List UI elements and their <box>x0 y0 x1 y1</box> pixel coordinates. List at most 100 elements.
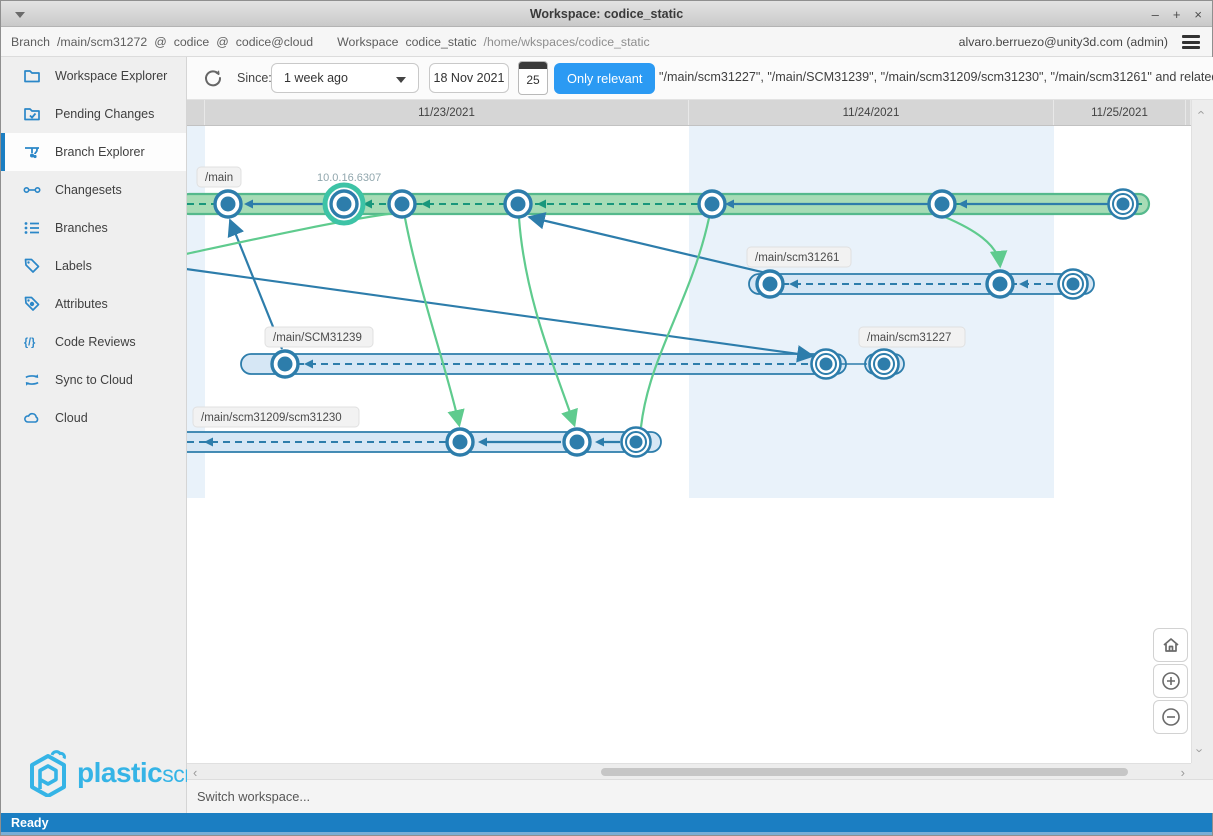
changeset-node-core <box>395 197 410 212</box>
calendar-picker-icon[interactable]: 25 <box>518 61 548 95</box>
changeset-node-core <box>570 435 585 450</box>
since-dropdown[interactable]: 1 week ago <box>271 63 419 93</box>
horizontal-scrollbar[interactable]: ‹ › <box>187 763 1191 779</box>
minimize-button[interactable]: – <box>1152 8 1159 21</box>
at-separator: @ <box>154 35 166 49</box>
scroll-up-icon[interactable]: › <box>1194 110 1207 114</box>
window-menu-icon[interactable] <box>15 12 25 18</box>
switch-workspace-bar[interactable]: Switch workspace... <box>187 779 1213 813</box>
sync-icon <box>23 371 41 389</box>
version-label: 10.0.16.6307 <box>317 172 381 184</box>
date-column-header: 11/24/2021 <box>689 100 1054 125</box>
sidebar-item-label: Sync to Cloud <box>55 373 133 387</box>
cloud-icon <box>23 409 41 427</box>
branch-label[interactable]: /main/scm31227 <box>867 332 951 344</box>
changeset-node-core <box>705 197 720 212</box>
folder-icon <box>23 67 41 85</box>
changeset-node-core <box>221 197 236 212</box>
logo-plastic-text: plastic <box>77 757 162 788</box>
sidebar-item-labels[interactable]: Labels <box>1 247 186 285</box>
timeline-column-tint <box>689 126 1054 498</box>
relevant-branches-text: "/main/scm31227", "/main/SCM31239", "/ma… <box>659 70 1213 84</box>
workspace-info: Workspace codice_static /home/wkspaces/c… <box>337 35 649 49</box>
branch-label: Branch <box>11 35 50 49</box>
scroll-left-icon[interactable]: ‹ <box>193 766 197 779</box>
date-column-header: 11/23/2021 <box>205 100 689 125</box>
main-menu-icon[interactable] <box>1182 35 1200 49</box>
close-button[interactable]: × <box>1194 8 1202 21</box>
sidebar: Workspace Explorer Pending Changes Branch … <box>1 57 187 813</box>
changeset-node-core <box>278 357 293 372</box>
since-label: Since: <box>237 71 272 85</box>
diagram-zoom-controls <box>1153 628 1189 736</box>
sidebar-item-pending-changes[interactable]: Pending Changes <box>1 95 186 133</box>
code-review-icon: {/} <box>23 333 41 351</box>
branch-explorer-toolbar: Since: 1 week ago 18 Nov 2021 25 Only re… <box>187 57 1213 100</box>
branch-label[interactable]: /main/scm31209/scm31230 <box>201 412 342 424</box>
changeset-node-core <box>337 197 352 212</box>
tag-dot-icon <box>23 295 41 313</box>
status-text: Ready <box>11 816 49 830</box>
workspace-label: Workspace <box>337 35 398 49</box>
at-separator: @ <box>216 35 228 49</box>
sidebar-item-code-reviews[interactable]: {/} Code Reviews <box>1 323 186 361</box>
branch-value: /main/scm31272 <box>57 35 147 49</box>
branch-label[interactable]: /main <box>205 172 233 184</box>
changeset-node-core <box>1067 278 1080 291</box>
branch-creation-link <box>405 218 459 424</box>
maximize-button[interactable]: + <box>1173 8 1181 21</box>
status-bar: Ready <box>1 813 1212 835</box>
svg-text:{/}: {/} <box>24 337 36 349</box>
changeset-node-core <box>1117 198 1130 211</box>
sidebar-item-branches[interactable]: Branches <box>1 209 186 247</box>
plasticscm-logo: plasticscm <box>25 749 203 797</box>
window-title: Workspace: codice_static <box>530 7 683 21</box>
chevron-down-icon <box>396 77 406 83</box>
sidebar-item-workspace-explorer[interactable]: Workspace Explorer <box>1 57 186 95</box>
sidebar-item-label: Branch Explorer <box>55 145 145 159</box>
calendar-day: 25 <box>519 73 547 87</box>
scrollbar-corner <box>1191 763 1213 779</box>
refresh-icon[interactable] <box>202 67 224 89</box>
plasticscm-logo-icon <box>25 749 71 797</box>
date-column-header: 11/25/2021 <box>1054 100 1186 125</box>
folder-check-icon <box>23 105 41 123</box>
timeline-date-header: 11/23/202111/24/202111/25/2021 <box>187 100 1191 126</box>
list-icon <box>23 219 41 237</box>
home-button[interactable] <box>1153 628 1188 662</box>
zoom-in-button[interactable] <box>1153 664 1188 698</box>
sidebar-item-label: Attributes <box>55 297 108 311</box>
workspace-name: codice_static <box>405 35 476 49</box>
sidebar-item-branch-explorer[interactable]: Branch Explorer <box>1 133 186 171</box>
branch-explorer-diagram[interactable]: /main/main/scm31261/main/SCM31239/main/s… <box>187 126 1191 763</box>
since-date-input[interactable]: 18 Nov 2021 <box>429 63 509 93</box>
horizontal-scroll-thumb[interactable] <box>601 768 1128 776</box>
only-relevant-button[interactable]: Only relevant <box>554 63 655 94</box>
scroll-right-icon[interactable]: › <box>1181 766 1185 779</box>
branch-label[interactable]: /main/SCM31239 <box>273 332 362 344</box>
sidebar-item-label: Cloud <box>55 411 88 425</box>
date-column-spacer <box>187 100 205 125</box>
sidebar-item-attributes[interactable]: Attributes <box>1 285 186 323</box>
changeset-node-core <box>763 277 778 292</box>
workspace-info-bar: Branch /main/scm31272 @ codice @ codice@… <box>1 27 1212 57</box>
branch-graph[interactable]: /main/main/scm31261/main/SCM31239/main/s… <box>187 126 1191 763</box>
scroll-down-icon[interactable]: › <box>1194 748 1207 752</box>
sidebar-item-changesets[interactable]: Changesets <box>1 171 186 209</box>
sidebar-item-label: Code Reviews <box>55 335 136 349</box>
sidebar-item-cloud[interactable]: Cloud <box>1 399 186 437</box>
since-dropdown-value: 1 week ago <box>284 71 348 85</box>
changeset-icon <box>23 181 41 199</box>
changeset-node-core <box>630 436 643 449</box>
changeset-node-core <box>511 197 526 212</box>
switch-workspace-text[interactable]: Switch workspace... <box>197 789 310 804</box>
home-icon <box>1162 636 1180 654</box>
changeset-node-core <box>820 358 833 371</box>
sidebar-item-label: Pending Changes <box>55 107 154 121</box>
vertical-scrollbar[interactable]: › › <box>1191 100 1213 763</box>
zoom-out-button[interactable] <box>1153 700 1188 734</box>
sidebar-item-label: Branches <box>55 221 108 235</box>
sidebar-item-sync-to-cloud[interactable]: Sync to Cloud <box>1 361 186 399</box>
zoom-in-icon <box>1161 671 1181 691</box>
branch-label[interactable]: /main/scm31261 <box>755 252 839 264</box>
